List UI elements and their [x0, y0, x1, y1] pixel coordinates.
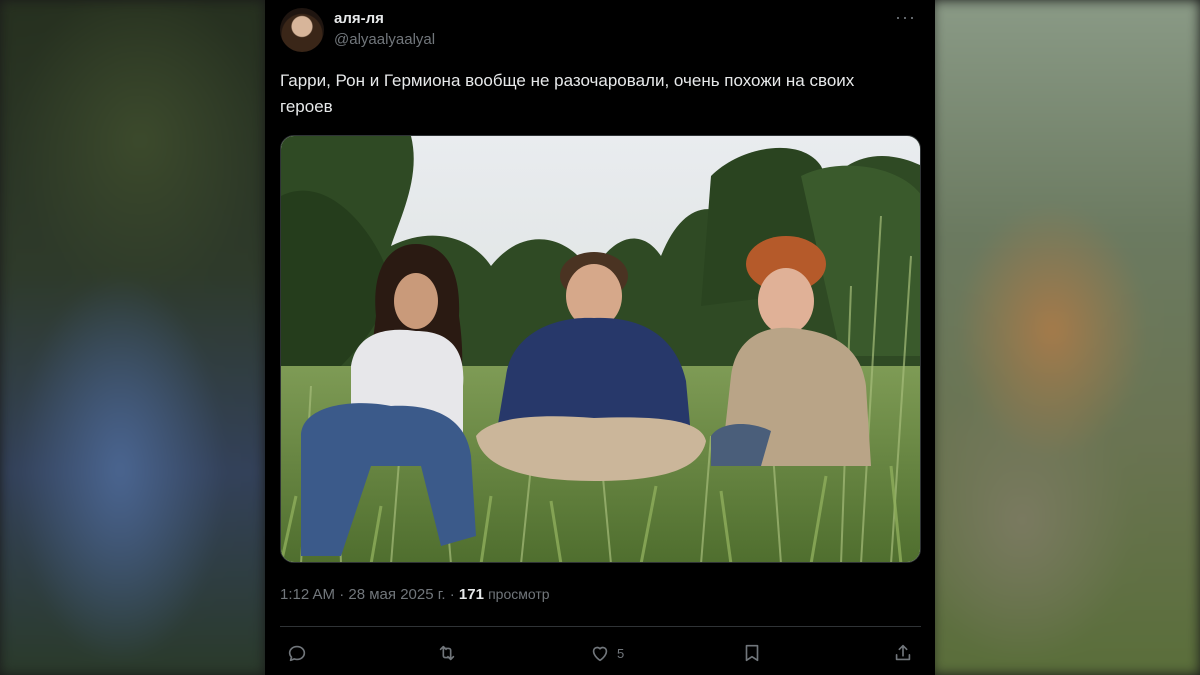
divider	[280, 626, 921, 627]
more-icon[interactable]: ···	[895, 8, 916, 26]
share-icon	[895, 644, 911, 661]
tweet-time[interactable]: 1:12 AM	[280, 586, 335, 603]
share-button[interactable]	[892, 640, 914, 666]
tweet-header: аля-ля @alyaalyaalyal ···	[280, 8, 920, 52]
reply-icon	[288, 645, 306, 662]
tweet-meta: 1:12 AM · 28 мая 2025 г. · 171 просмотр	[280, 586, 550, 603]
blurred-backdrop-left	[0, 0, 265, 675]
retweet-button[interactable]	[436, 640, 464, 666]
retweet-icon	[439, 645, 455, 661]
tweet-date[interactable]: 28 мая 2025 г.	[348, 586, 445, 603]
avatar[interactable]	[280, 8, 324, 52]
author-display-name[interactable]: аля-ля	[334, 10, 384, 27]
meta-separator: ·	[449, 586, 455, 603]
tweet-card: аля-ля @alyaalyaalyal ··· Гарри, Рон и Г…	[265, 0, 935, 675]
bookmark-icon	[745, 644, 759, 662]
like-icon	[592, 646, 608, 662]
like-button[interactable]: 5	[589, 640, 624, 666]
photo-illustration	[281, 136, 920, 562]
tweet-text: Гарри, Рон и Гермиона вообще не разочаро…	[280, 71, 855, 116]
author-handle[interactable]: @alyaalyaalyal	[334, 31, 435, 48]
bookmark-button[interactable]	[741, 640, 769, 666]
blurred-backdrop-right	[932, 0, 1200, 675]
views-label: просмотр	[488, 586, 550, 602]
reply-button[interactable]	[286, 640, 314, 666]
meta-separator: ·	[339, 586, 345, 603]
tweet-photo[interactable]	[280, 135, 921, 563]
action-bar: 5	[280, 638, 921, 668]
like-count: 5	[617, 645, 625, 661]
views-count: 171	[458, 586, 484, 603]
